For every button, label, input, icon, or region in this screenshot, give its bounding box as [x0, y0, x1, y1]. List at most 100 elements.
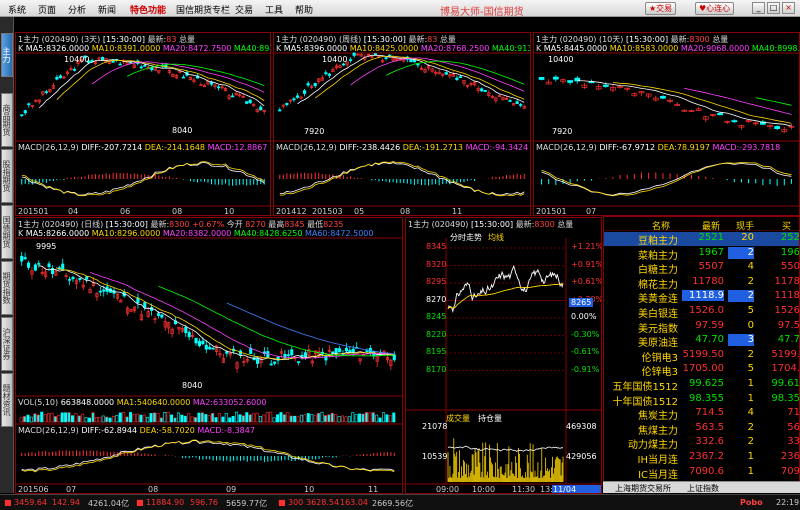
quote-row[interactable]: 美元指数 97.59 0 97.5 [604, 319, 800, 335]
chart-panel-10day[interactable]: 1主力 (020490) (10天) [15:30:00] 最新:8300 总量… [533, 32, 800, 216]
vol-max: 21078 [422, 422, 448, 431]
candle-body [197, 340, 202, 347]
tab-futures-index[interactable]: 期货指数 [1, 261, 13, 315]
status-value: 3628.54 [306, 498, 340, 507]
volume-bar [19, 417, 23, 423]
quote-row[interactable]: 动力煤主力 332.6 2 33 [604, 436, 799, 451]
quote-bid: 97.5 [777, 319, 800, 331]
quote-volume: 1 [747, 451, 754, 462]
volume-bar [125, 416, 129, 423]
x-label: 09:00 [436, 485, 460, 494]
volume-bar [252, 413, 256, 423]
candle-body [184, 326, 188, 334]
close-button[interactable]: × [782, 2, 795, 14]
quote-bid: 47.7 [777, 334, 800, 346]
col-vol[interactable]: 现手 [736, 219, 754, 232]
price-tick: 8170 [426, 364, 447, 374]
quote-name: 十年国债1512 [612, 396, 678, 408]
avg-label: 均线 [488, 233, 504, 242]
volume-bar [194, 417, 198, 423]
menu-trade[interactable]: 交易 [235, 3, 253, 16]
menu-analysis[interactable]: 分析 [68, 3, 86, 16]
quote-bid: 252 [780, 232, 800, 243]
volume-bar [53, 416, 57, 423]
quote-row[interactable]: 伦铜电3 5199.50 2 5199. [604, 349, 799, 364]
macd-legend: MACD(26,12,9) DIFF:-207.7214 DEA:-214.16… [18, 143, 268, 152]
volume-bar [132, 414, 136, 423]
quote-row[interactable]: 美黄金连 1118.9 2 1118 [604, 290, 799, 305]
volume-bar [299, 414, 303, 423]
tab-shfe[interactable]: 上海期货交易所 [615, 483, 671, 494]
volume-bar [207, 415, 211, 423]
quote-volume: 2 [728, 290, 754, 303]
candle-body [292, 98, 296, 101]
quote-row[interactable]: 白糖主力 5507 4 550 [604, 261, 799, 276]
volume-bar [228, 417, 232, 423]
chart-panel-3day[interactable]: 1主力 (020490) (3天) [15:30:00] 最新:83 总量 K … [15, 32, 271, 216]
candle-body [44, 91, 48, 93]
menu-page[interactable]: 页面 [38, 3, 56, 16]
quote-row[interactable]: 伦锌电3 1705.00 5 1704. [604, 363, 799, 378]
candle-body [365, 350, 369, 353]
quote-name: 焦炭主力 [638, 411, 678, 423]
menu-features[interactable]: 特色功能 [130, 3, 166, 16]
tab-index-futures[interactable]: 股指期货 [1, 149, 13, 203]
col-bid[interactable]: 买 [782, 219, 791, 232]
candle-body [567, 80, 573, 83]
chart-panel-weekly[interactable]: 1主力 (020490) (周线) [15:30:00] 最新:83 总量 K … [273, 32, 531, 216]
candle-body [303, 352, 307, 358]
menu-system[interactable]: 系统 [8, 3, 26, 16]
ma-line [755, 97, 792, 106]
candle-body [306, 83, 310, 86]
tab-commodity[interactable]: 商品期货 [1, 93, 13, 147]
candle-body [101, 57, 105, 60]
candle-body [331, 351, 335, 354]
col-price[interactable]: 最新 [702, 219, 720, 232]
minimize-button[interactable]: _ [752, 2, 765, 14]
candle-body [156, 313, 160, 316]
menu-column[interactable]: 国信期货专栏 [176, 3, 230, 16]
menu-tools[interactable]: 工具 [265, 3, 283, 16]
chart-panel-intraday[interactable]: 1主力 (020490) [15:30:00] 最新:8300 总量 分时走势 … [405, 217, 602, 494]
trade-button[interactable]: ★交易 [645, 2, 677, 15]
tab-main[interactable]: 主力 [1, 33, 13, 77]
quote-volume: 5 [747, 305, 754, 316]
quote-row[interactable]: 焦煤主力 563.5 2 56 [604, 422, 799, 437]
col-name[interactable]: 名称 [652, 219, 670, 232]
chart-panel-daily[interactable]: 1主力 (020490) (日线) [15:30:00] 最新:8300 +0.… [15, 217, 403, 494]
quote-bid: 1526 [774, 305, 800, 316]
x-label: 08 [400, 207, 411, 216]
volume-bar [105, 416, 109, 423]
chart-3day [16, 52, 270, 207]
quote-row[interactable]: 菜粕主力 1967 2 196 [604, 246, 799, 262]
quote-row[interactable]: 豆粕主力 2521 20 252 [604, 232, 800, 247]
logout-button[interactable]: ♥心连心 [695, 2, 735, 15]
tab-sse-index[interactable]: 上证指数 [687, 483, 719, 494]
menu-news[interactable]: 新闻 [98, 3, 116, 16]
quote-row[interactable]: 焦炭主力 714.5 4 71 [604, 407, 799, 423]
quote-row[interactable]: 棉花主力 11780 2 1178 [604, 276, 799, 291]
quote-price: 5507 [698, 261, 724, 273]
tab-news[interactable]: 题材资讯 [1, 373, 13, 427]
candle-body [324, 72, 328, 75]
quote-price: 99.625 [689, 378, 724, 389]
quote-row[interactable]: 美原油连 47.70 3 47.7 [604, 334, 800, 349]
x-label: 10:00 [472, 485, 496, 494]
maximize-button[interactable]: □ [767, 2, 780, 14]
volume-bar [258, 416, 262, 423]
volume-bar [173, 417, 177, 423]
quote-price: 7090.6 [689, 465, 724, 477]
intraday-label: 分时走势 [450, 233, 482, 242]
quote-row[interactable]: 十年国债1512 98.355 1 98.35 [604, 393, 799, 408]
quote-header: 名称 最新 现手 买 [604, 217, 799, 232]
menu-bar: 系统 页面 分析 新闻 特色功能 国信期货专栏 交易 工具 帮助 博易大师-国信… [0, 0, 800, 18]
candle-body [285, 102, 289, 106]
volume-bar [361, 413, 365, 423]
quote-row[interactable]: IC当月连 7090.6 1 709 [604, 465, 799, 481]
quote-row[interactable]: IH当月连 2367.2 1 236 [604, 451, 799, 466]
tab-bond-futures[interactable]: 国债期货 [1, 205, 13, 259]
tab-securities[interactable]: 沪深证券 [1, 317, 13, 371]
quote-row[interactable]: 五年国债1512 99.625 1 99.61 [604, 378, 799, 393]
quote-row[interactable]: 美白银连 1526.0 5 1526 [604, 305, 800, 320]
menu-help[interactable]: 帮助 [295, 3, 313, 16]
